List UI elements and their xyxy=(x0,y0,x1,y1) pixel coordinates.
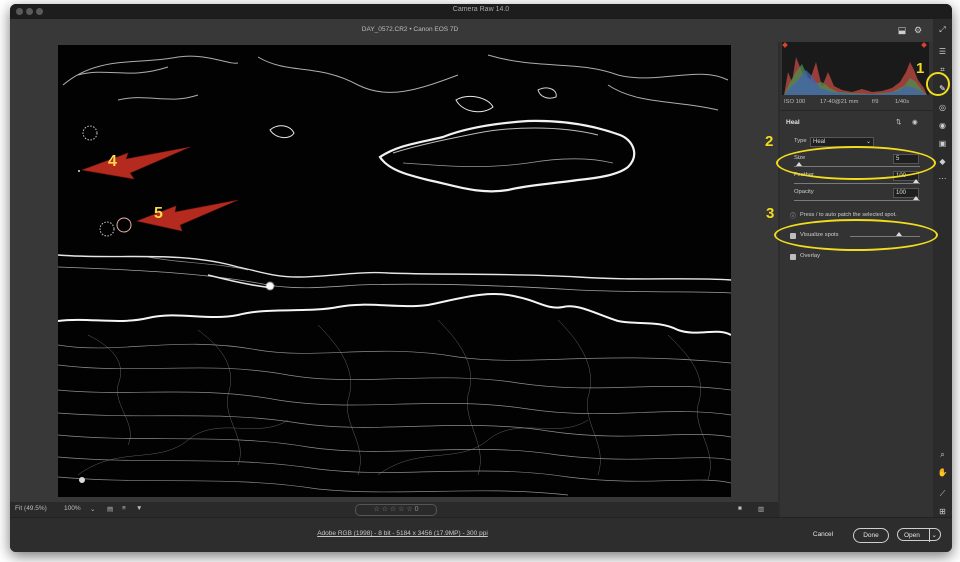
done-button[interactable]: Done xyxy=(853,528,889,543)
annotation-3: 3 xyxy=(766,205,775,222)
rating-count: 0 xyxy=(414,506,419,513)
camera-aperture: f/9 xyxy=(872,99,879,105)
annotation-ring-2 xyxy=(776,146,936,180)
overlay-label: Overlay xyxy=(800,253,820,259)
more-icon[interactable]: ⋯ xyxy=(937,173,948,184)
filmstrip-bar: Fit (49.5%) 100% ⌄ ▤ ≡ ▼ ☆ ☆ ☆ ☆ ☆ 0 ■ ▥ xyxy=(10,502,778,517)
chevron-down-icon: ⌄ xyxy=(865,139,871,145)
compare-icon[interactable]: ▥ xyxy=(758,505,764,513)
presets-icon[interactable]: ▣ xyxy=(937,138,948,149)
info-icon: ⓘ xyxy=(790,214,797,220)
feather-slider[interactable] xyxy=(794,183,920,184)
annotation-4: 4 xyxy=(108,153,117,170)
hint-text: Press / to auto patch the selected spot. xyxy=(800,212,897,218)
toggle-icon[interactable]: ◉ xyxy=(912,118,918,126)
chevron-down-icon[interactable]: ⌄ xyxy=(928,529,937,542)
edit-panel: ISO 100 17-40@21 mm f/9 1/40s Heal ⇅ ◉ T… xyxy=(780,42,933,517)
grid-icon[interactable]: ⊞ xyxy=(937,506,948,517)
cancel-button[interactable]: Cancel xyxy=(808,528,838,541)
eyedropper-icon[interactable]: ⟋ xyxy=(937,488,948,499)
rating-stars[interactable]: ☆ ☆ ☆ ☆ ☆ xyxy=(373,506,412,513)
open-button[interactable]: Open ⌄ xyxy=(897,528,941,542)
bottom-bar: Adobe RGB (1998) - 8 bit - 5184 x 3456 (… xyxy=(10,517,952,552)
workflow-options-link[interactable]: Adobe RGB (1998) - 8 bit - 5184 x 3456 (… xyxy=(10,530,795,537)
opacity-slider[interactable] xyxy=(794,200,920,201)
zoom-icon[interactable]: ⌕ xyxy=(937,449,948,460)
open-label: Open xyxy=(904,532,920,539)
settings-icon[interactable]: ⚙ xyxy=(913,25,923,35)
swap-icon[interactable]: ⇅ xyxy=(896,118,901,126)
fit-zoom-option[interactable]: Fit (49.5%) xyxy=(15,505,47,512)
overlay-checkbox[interactable] xyxy=(790,254,796,260)
filmstrip-icon[interactable]: ▤ xyxy=(107,505,113,513)
divider xyxy=(780,110,933,111)
section-title: Heal xyxy=(786,119,800,126)
camera-iso: ISO 100 xyxy=(784,99,806,105)
redeye-icon[interactable]: ◉ xyxy=(937,120,948,131)
annotation-1: 1 xyxy=(916,60,925,77)
opacity-slider-thumb[interactable] xyxy=(913,196,919,200)
annotation-5: 5 xyxy=(154,205,163,222)
app-title: Camera Raw 14.0 xyxy=(452,6,510,13)
camera-lens: 17-40@21 mm xyxy=(820,99,859,105)
save-icon[interactable]: ⬓ xyxy=(897,25,907,35)
mask-icon[interactable]: ◎ xyxy=(937,102,948,113)
top-toolbar: DAY_0572.CR2 • Canon EOS 7D ⬓ ⚙ xyxy=(10,19,952,42)
preview-image[interactable]: 4 5 xyxy=(58,45,731,497)
filter-icon[interactable]: ▼ xyxy=(136,505,142,512)
snapshot-icon[interactable]: ◆ xyxy=(937,156,948,167)
edit-sliders-icon[interactable]: ☰ xyxy=(937,46,948,57)
chevron-down-icon[interactable]: ⌄ xyxy=(90,505,95,513)
annotation-ring-3 xyxy=(774,219,938,251)
hand-icon[interactable]: ✋ xyxy=(937,467,948,478)
annotation-2: 2 xyxy=(765,133,774,150)
feather-slider-thumb[interactable] xyxy=(913,179,919,183)
annotation-ring-1 xyxy=(926,72,950,96)
title-bar: Camera Raw 14.0 xyxy=(10,4,952,19)
camera-shutter: 1/40s xyxy=(895,99,910,105)
sort-icon[interactable]: ≡ xyxy=(122,505,126,512)
camera-raw-window: Camera Raw 14.0 DAY_0572.CR2 • Canon EOS… xyxy=(10,4,952,552)
type-label: Type xyxy=(794,138,807,144)
zoom-100-option[interactable]: 100% xyxy=(64,505,81,512)
histogram xyxy=(782,42,929,95)
opacity-label: Opacity xyxy=(794,189,814,195)
star-rating[interactable]: ☆ ☆ ☆ ☆ ☆ 0 xyxy=(355,504,437,516)
before-after-icon[interactable]: ■ xyxy=(738,505,742,512)
type-value: Heal xyxy=(813,139,826,145)
image-viewer: 4 5 xyxy=(10,42,778,502)
expand-icon[interactable]: ⤢ xyxy=(937,24,948,35)
file-name: DAY_0572.CR2 • Canon EOS 7D xyxy=(361,26,459,33)
